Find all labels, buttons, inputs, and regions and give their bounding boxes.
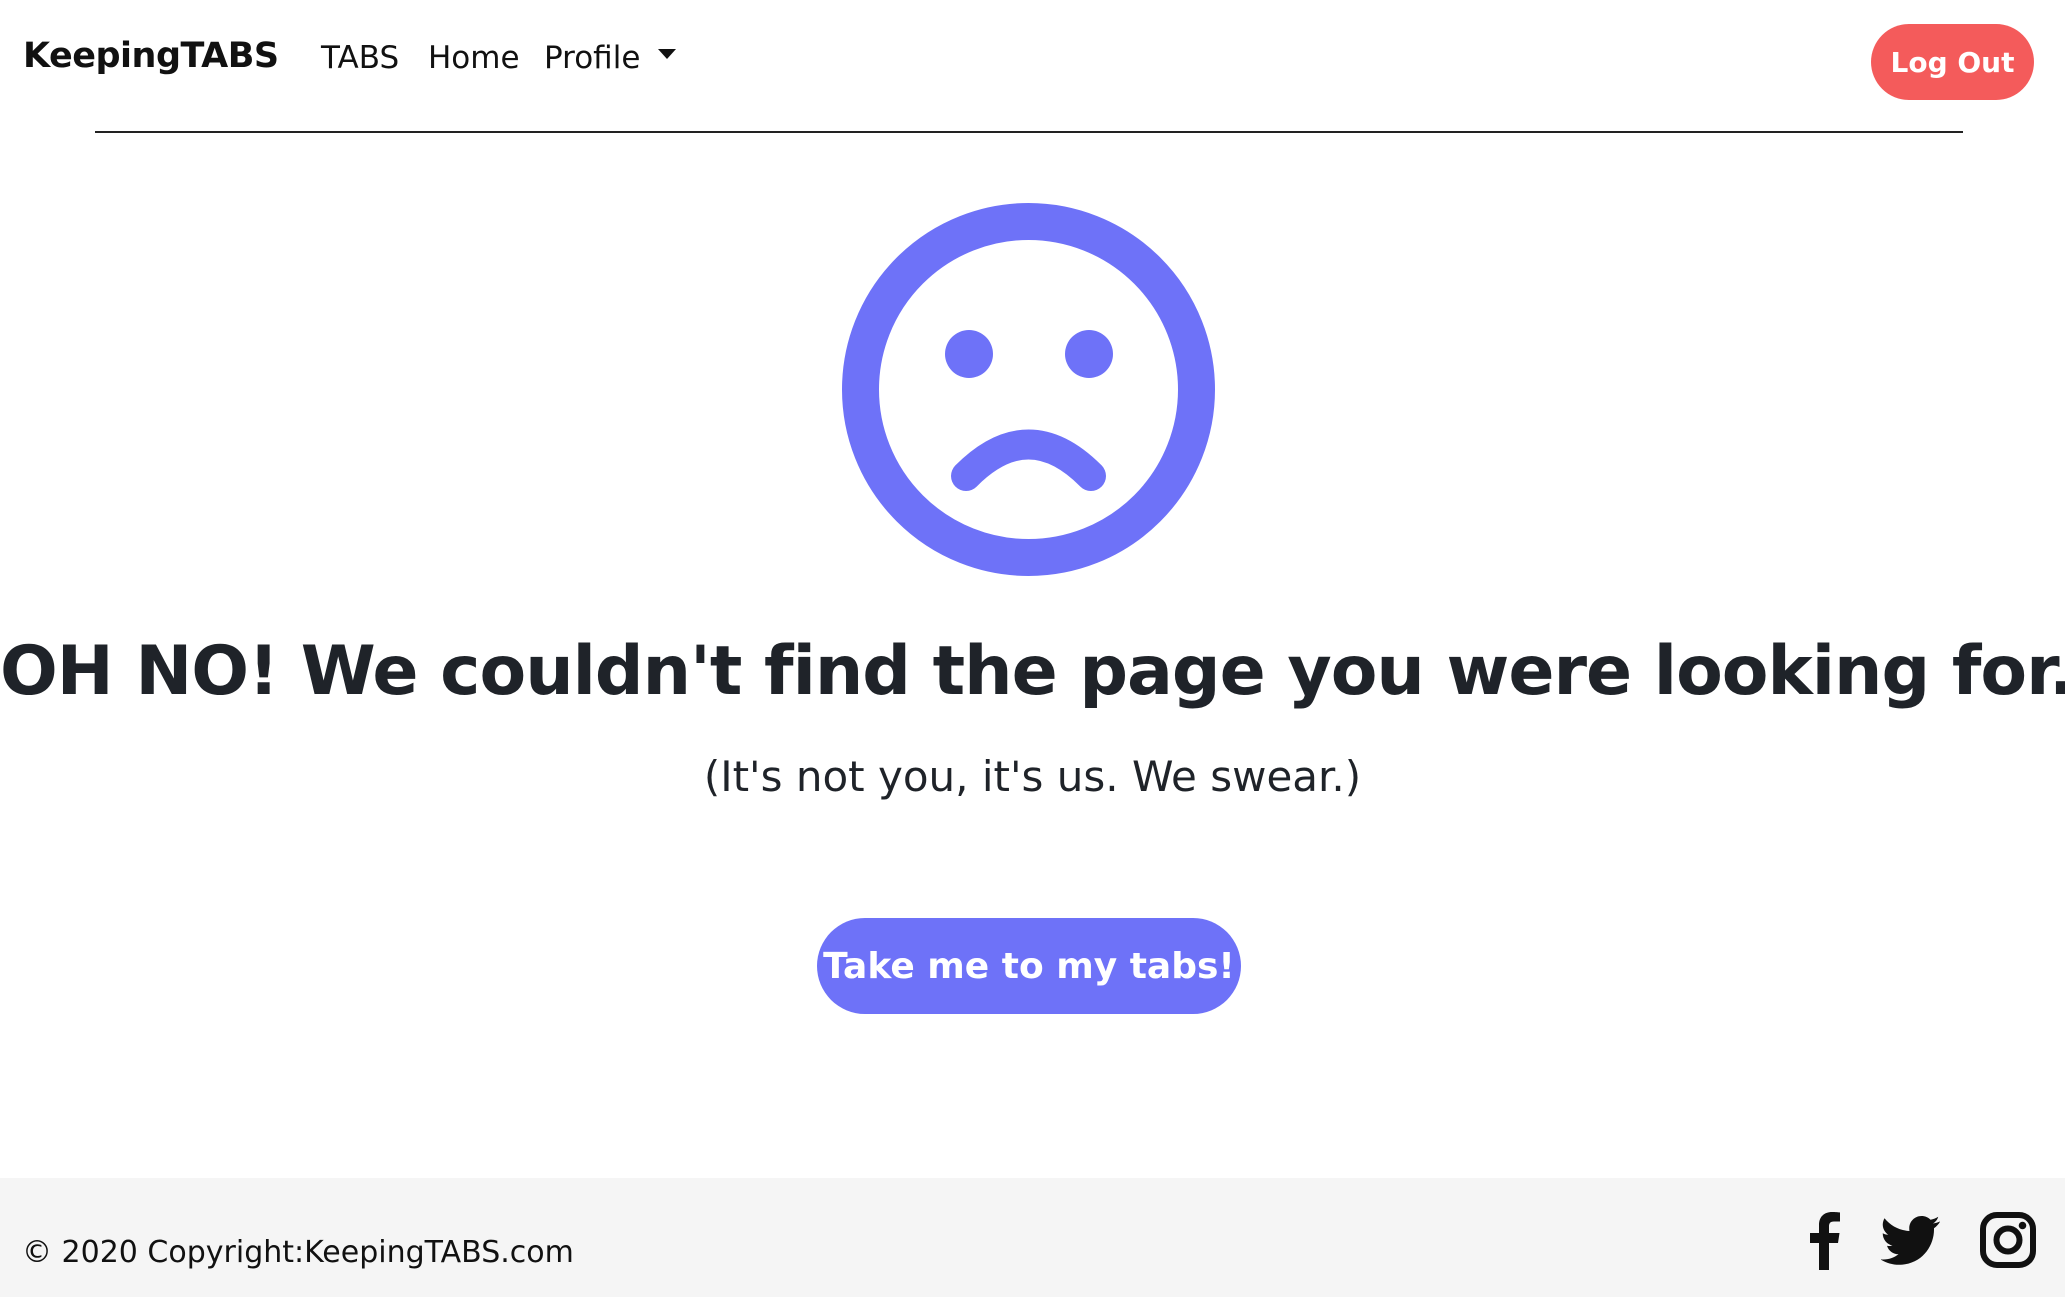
error-subline: (It's not you, it's us. We swear.) [703,752,1362,801]
take-me-to-my-tabs-button[interactable]: Take me to my tabs! [817,918,1241,1014]
brand-logo[interactable]: KeepingTABS [23,36,279,76]
logout-button[interactable]: Log Out [1871,24,2034,100]
navbar: KeepingTABS TABS Home Profile Log Out [0,0,2065,122]
nav-link-tabs[interactable]: TABS [321,40,399,76]
caret-down-icon [658,48,677,59]
copyright-text: © 2020 Copyright:KeepingTABS.com [22,1235,574,1270]
nav-link-profile-label: Profile [544,40,641,76]
instagram-icon[interactable] [1978,1210,2038,1270]
error-headline: OH NO! We couldn't find the page you wer… [0,632,2065,711]
twitter-icon[interactable] [1881,1210,1941,1270]
sad-face-icon [842,203,1215,576]
nav-divider [95,131,1963,133]
nav-dropdown-profile[interactable]: Profile [544,40,677,76]
facebook-icon[interactable] [1795,1210,1855,1270]
nav-link-home[interactable]: Home [428,40,520,76]
footer: © 2020 Copyright:KeepingTABS.com [0,1178,2065,1297]
not-found-page: KeepingTABS TABS Home Profile Log Out OH… [0,0,2065,1297]
